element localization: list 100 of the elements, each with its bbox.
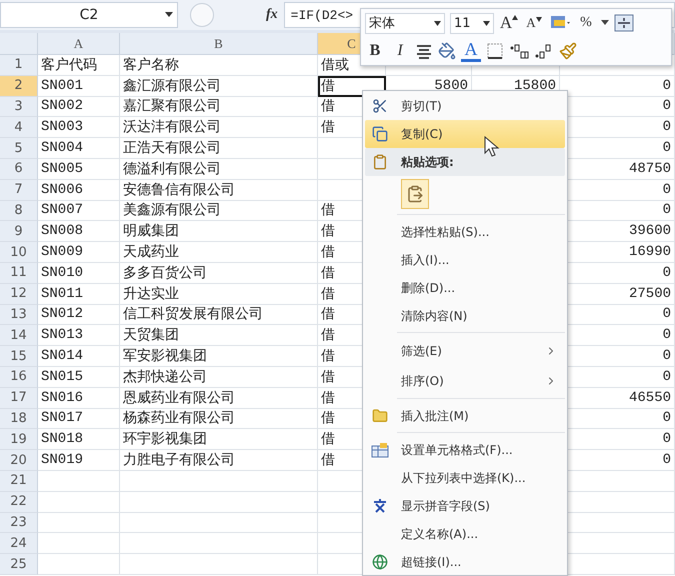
name-box[interactable]: C2 [0, 2, 178, 28]
table-cell: 军安影视集团 [120, 346, 318, 367]
table-cell: 沃达沣有限公司 [120, 117, 318, 138]
row-header[interactable]: 23 [0, 512, 38, 534]
up-triangle-icon [512, 15, 518, 20]
table-cell: 德溢利有限公司 [120, 158, 318, 180]
table-cell: SN013 [38, 325, 120, 346]
font-name-field[interactable]: 宋体 [365, 12, 445, 34]
row-header[interactable]: 15 [0, 346, 38, 367]
menu-item[interactable]: 显示拼音字段(S) [365, 492, 565, 520]
mouse-cursor-icon [484, 136, 500, 158]
paint-bucket-icon [438, 42, 456, 60]
table-cell: 美鑫源有限公司 [120, 200, 318, 222]
row-header[interactable]: 12 [0, 284, 38, 305]
table-cell: SN002 [38, 96, 120, 118]
row-header[interactable]: 8 [0, 200, 38, 222]
table-cell: SN007 [38, 200, 120, 222]
table-cell: SN004 [38, 138, 120, 159]
dropdown-icon [483, 20, 490, 26]
table-cell: 杨森药业有限公司 [120, 408, 318, 430]
row-header[interactable]: 6 [0, 158, 38, 180]
shrink-font-button[interactable]: A [524, 12, 544, 34]
table-cell: SN018 [38, 429, 120, 450]
table-cell: SN001 [38, 76, 120, 97]
down-triangle-icon [536, 17, 542, 22]
table-cell: 多多百货公司 [120, 262, 318, 284]
table-cell: SN010 [38, 262, 120, 284]
table-cell: 安德鲁信有限公司 [120, 180, 318, 201]
row-header[interactable]: 16 [0, 366, 38, 388]
column-header[interactable]: B [120, 33, 318, 55]
paintbrush-icon [559, 42, 577, 60]
table-cell: 天成药业 [120, 242, 318, 263]
cell-format-icon [371, 442, 389, 458]
table-cell: SN006 [38, 180, 120, 201]
menu-item[interactable]: 复制(C) [365, 120, 565, 148]
row-header[interactable]: 10 [0, 242, 38, 263]
row-header[interactable]: 17 [0, 388, 38, 409]
table-cell: SN005 [38, 158, 120, 180]
dropdown-icon [601, 20, 609, 26]
row-header[interactable]: 1 [0, 55, 38, 76]
table-cell: 信工科贸发展有限公司 [120, 304, 318, 326]
row-header[interactable]: 19 [0, 429, 38, 450]
row-header[interactable]: 9 [0, 221, 38, 242]
table-cell: 天贸集团 [120, 325, 318, 346]
dropdown-icon [434, 20, 441, 26]
row-header[interactable]: 3 [0, 96, 38, 118]
table-cell: SN009 [38, 242, 120, 263]
active-cell[interactable]: 借 [318, 76, 386, 97]
table-cell: SN014 [38, 346, 120, 367]
table-cell: SN015 [38, 366, 120, 388]
table-cell: 升达实业 [120, 284, 318, 305]
menu-item[interactable]: 超链接(I)... [365, 548, 565, 576]
increase-decimal-icon [509, 42, 529, 60]
row-header[interactable]: 5 [0, 138, 38, 159]
table-cell: SN012 [38, 304, 120, 326]
row-header[interactable]: 21 [0, 470, 38, 492]
table-cell: 环宇影视集团 [120, 429, 318, 450]
row-header[interactable]: 11 [0, 262, 38, 284]
menu-item[interactable]: 定义名称(A)... [365, 520, 565, 548]
grow-font-button[interactable]: A [499, 12, 519, 34]
row-header[interactable]: 7 [0, 180, 38, 201]
scissors-icon [372, 98, 388, 114]
row-header[interactable]: 20 [0, 450, 38, 471]
table-cell: SN008 [38, 221, 120, 242]
menu-item[interactable]: 粘贴选项: [365, 148, 565, 176]
row-header[interactable]: 22 [0, 492, 38, 513]
table-cell: SN016 [38, 388, 120, 409]
border-icon [486, 42, 504, 60]
row-header[interactable]: 25 [0, 554, 38, 575]
row-header[interactable]: 24 [0, 533, 38, 554]
table-cell: 明威集团 [120, 221, 318, 242]
column-header[interactable]: A [38, 33, 120, 55]
align-center-icon [415, 43, 433, 59]
clipboard-icon [406, 185, 424, 203]
table-cell: 客户名称 [120, 55, 318, 76]
globe-icon [372, 554, 388, 570]
row-header[interactable]: 18 [0, 408, 38, 430]
resize-handle[interactable] [190, 3, 214, 27]
table-cell: SN019 [38, 450, 120, 471]
font-color-button[interactable]: A [461, 40, 481, 62]
phonetic-icon [372, 498, 388, 514]
table-cell: 杰邦快递公司 [120, 366, 318, 388]
row-header[interactable]: 2 [0, 76, 38, 97]
row-header[interactable]: 14 [0, 325, 38, 346]
font-size-field[interactable]: 11 [450, 12, 494, 34]
select-all-corner[interactable] [0, 33, 38, 55]
table-cell: 力胜电子有限公司 [120, 450, 318, 471]
copy-icon [372, 126, 388, 142]
italic-button[interactable]: I [390, 40, 410, 62]
row-header[interactable]: 13 [0, 304, 38, 326]
percent-button[interactable]: % [576, 12, 596, 34]
table-cell: 鑫汇源有限公司 [120, 76, 318, 97]
clipboard-icon [372, 154, 388, 170]
row-header[interactable]: 4 [0, 117, 38, 138]
table-cell: 嘉汇聚有限公司 [120, 96, 318, 118]
insert-function-button[interactable]: fx [266, 7, 278, 23]
table-cell: SN017 [38, 408, 120, 430]
dropdown-icon [165, 12, 173, 18]
paste-button[interactable] [401, 179, 429, 209]
table-cell: SN003 [38, 117, 120, 138]
